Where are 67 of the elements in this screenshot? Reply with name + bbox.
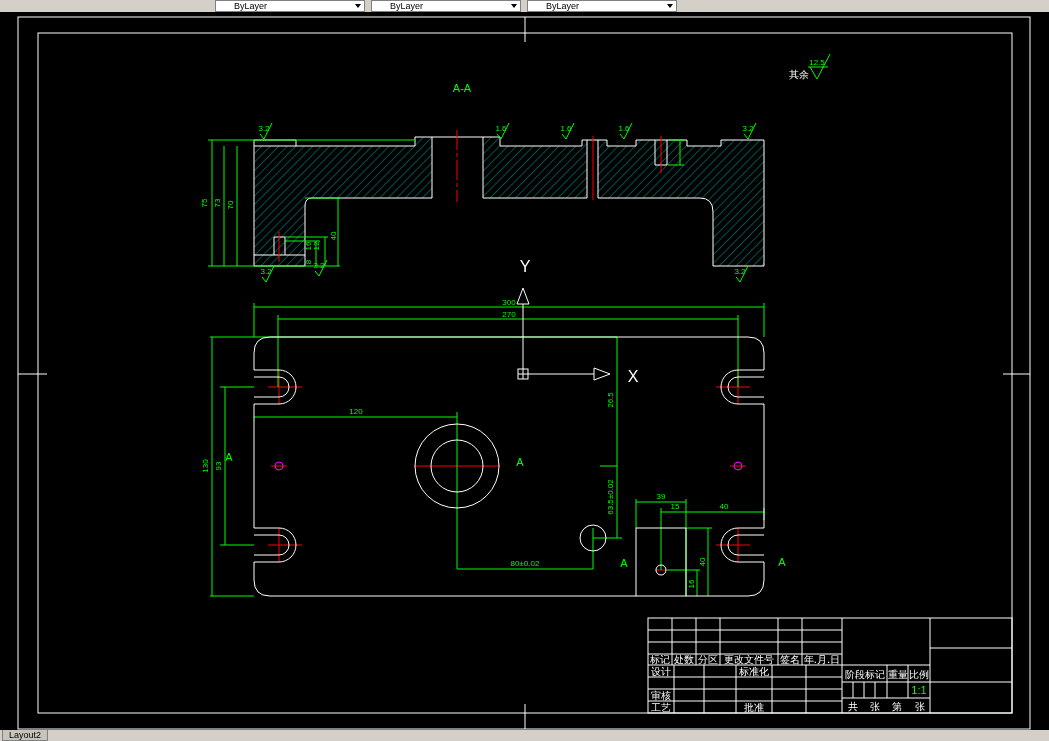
- table-header: 年.月.日: [803, 654, 841, 665]
- dimension-text: 120: [349, 407, 363, 416]
- dimension-text: 300: [502, 298, 516, 307]
- dimension-text: 80±0.02: [510, 559, 540, 568]
- dimension-text: 15: [670, 502, 680, 511]
- dimension-text: 40: [719, 502, 729, 511]
- dropdown[interactable]: ByLayer: [371, 0, 521, 12]
- dimension-text: 12: [312, 241, 321, 251]
- table-header: 签名: [780, 654, 800, 665]
- table-header: 比例: [909, 669, 929, 680]
- roughness-value: 3.2: [734, 267, 746, 276]
- dropdown[interactable]: ByLayer: [215, 0, 365, 12]
- dimension-text: 16: [687, 579, 696, 589]
- dimension-text: 39: [656, 492, 666, 501]
- dimension-text: 93: [214, 461, 223, 471]
- table-header: 更改文件号: [724, 654, 774, 665]
- caret-icon: [667, 4, 673, 8]
- dimension-text: 130: [201, 459, 210, 473]
- dimension-text: 73: [213, 198, 222, 208]
- table-label: 工艺: [651, 702, 671, 713]
- table-label: 标准化: [739, 666, 769, 677]
- roughness-note-value: 12.5: [809, 58, 825, 67]
- scale-value: 1:1: [911, 684, 927, 696]
- roughness-value: 1.6: [495, 124, 507, 133]
- section-mark: A: [778, 556, 786, 568]
- roughness-note-label: 其余: [789, 69, 809, 80]
- roughness-value: 1.6: [618, 124, 630, 133]
- table-label: 设计: [651, 666, 671, 677]
- dimension-text: 270: [502, 310, 516, 319]
- sheet-label: 张: [870, 701, 880, 712]
- dimension-text: 8: [304, 259, 313, 265]
- section-mark: A: [516, 456, 524, 468]
- dimension-text: 16: [304, 241, 313, 251]
- layout-tab[interactable]: Layout2: [2, 730, 49, 741]
- roughness-value: 3.2: [258, 124, 270, 133]
- dropdown[interactable]: ByLayer: [527, 0, 677, 12]
- table-header: 处数: [674, 654, 694, 665]
- table-label: 批准: [744, 702, 764, 713]
- dimension-text: 63.5±0.02: [606, 479, 615, 515]
- sheet-label: 第: [892, 701, 902, 712]
- roughness-value: 1.6: [560, 124, 572, 133]
- caret-icon: [511, 4, 517, 8]
- sheet-label: 张: [915, 701, 925, 712]
- section-mark: A: [225, 451, 233, 463]
- dimension-text: 40: [329, 231, 338, 241]
- section-title: A-A: [452, 82, 472, 94]
- dimension-text: 26.5: [606, 392, 615, 408]
- caret-icon: [355, 4, 361, 8]
- dimension-text: 40: [698, 557, 707, 567]
- dimension-text: 70: [226, 200, 235, 210]
- section-mark: A: [620, 557, 628, 569]
- ucs-axis-icon: [516, 287, 611, 381]
- roughness-value: 3.2: [742, 124, 754, 133]
- sheet-label: 共: [848, 701, 858, 712]
- table-header: 分区: [698, 654, 718, 665]
- dimension-text: 75: [200, 198, 209, 208]
- table-label: 审核: [651, 690, 671, 701]
- table-header: 标记: [650, 654, 670, 665]
- table-header: 重量: [887, 669, 908, 680]
- roughness-value: 3.2: [260, 267, 272, 276]
- roughness-value: 3.2: [313, 261, 325, 270]
- table-header: 阶段标记: [844, 669, 885, 680]
- x-axis-label: X: [627, 368, 639, 385]
- marker-icon: [274, 461, 284, 471]
- roughness-symbol-icon: [807, 53, 831, 80]
- marker-icon: [733, 461, 743, 471]
- y-axis-label: Y: [519, 258, 531, 275]
